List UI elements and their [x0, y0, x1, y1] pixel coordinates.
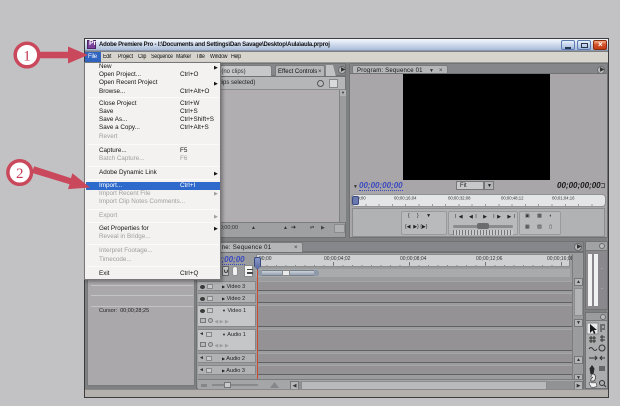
svg-text:1: 1: [23, 49, 31, 65]
svg-text:2: 2: [16, 166, 24, 182]
